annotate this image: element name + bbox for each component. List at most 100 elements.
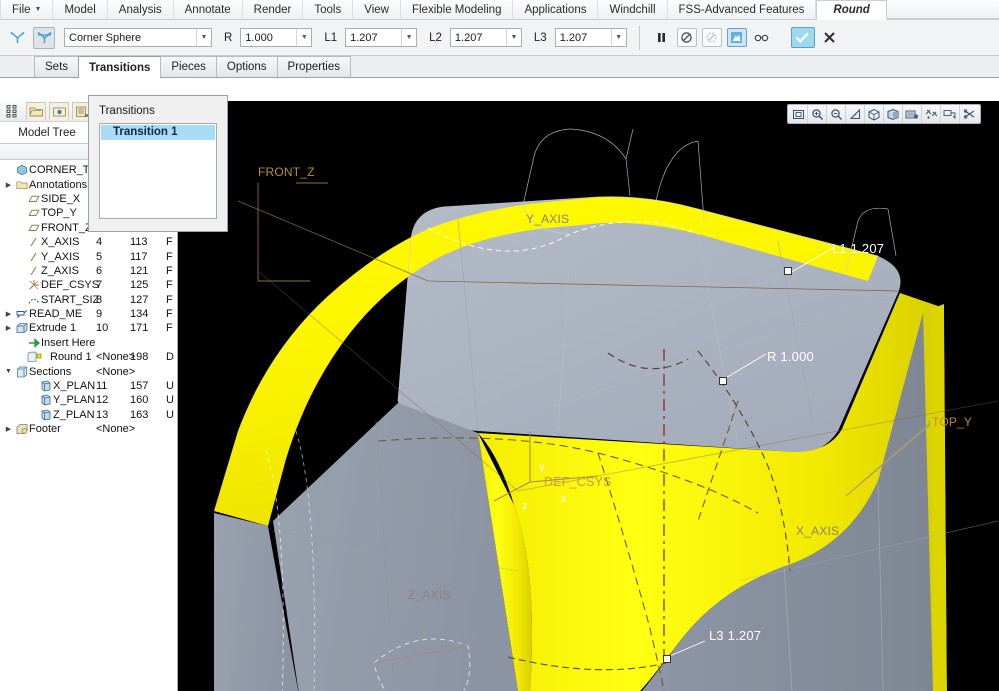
tree-item-label: Y_AXIS: [41, 251, 80, 263]
list-item[interactable]: Transition 1: [101, 125, 215, 140]
l2-field[interactable]: 1.207 ▼: [450, 28, 522, 47]
dimension-r-handle[interactable]: [719, 377, 727, 385]
tree-item-column-c: F: [166, 265, 173, 277]
l3-label: L3: [534, 32, 547, 44]
tree-item-sections[interactable]: ▼Sections<None>: [0, 364, 177, 378]
l3-field[interactable]: 1.207 ▼: [555, 28, 627, 47]
tree-item-column-c: U: [166, 394, 174, 406]
chevron-down-icon: ▼: [35, 6, 42, 13]
datum-label-x-axis[interactable]: X_AXIS: [796, 524, 839, 538]
tree-item-extrude-1[interactable]: ▶Extrude 110171F: [0, 321, 177, 335]
datum-label-y-axis[interactable]: Y_AXIS: [526, 212, 569, 226]
csys-label-def-csys[interactable]: DEF_CSYS: [544, 475, 612, 489]
datum-label-top-y[interactable]: TOP_Y: [932, 415, 972, 429]
cancel-button[interactable]: [820, 27, 840, 48]
chevron-down-icon[interactable]: ▼: [506, 29, 521, 46]
dimension-l1[interactable]: L1 1.207: [832, 241, 884, 256]
menu-item-windchill[interactable]: Windchill: [598, 0, 667, 19]
l1-field[interactable]: 1.207 ▼: [345, 28, 417, 47]
menu-item-analysis[interactable]: Analysis: [108, 0, 174, 19]
chevron-right-icon[interactable]: ▶: [3, 310, 14, 318]
chevron-right-icon[interactable]: ▶: [3, 324, 14, 332]
datum-axis-icon: [26, 251, 41, 263]
tree-item-label: READ_ME: [29, 308, 82, 320]
dimension-l3-handle[interactable]: [663, 655, 671, 663]
saved-views-icon[interactable]: [903, 105, 922, 123]
menu-item-fss-advanced-features[interactable]: FSS-Advanced Features: [668, 0, 817, 19]
menu-item-tools[interactable]: Tools: [303, 0, 353, 19]
chevron-down-icon[interactable]: ▼: [611, 29, 626, 46]
section-display-icon[interactable]: [960, 105, 979, 123]
tree-item-column-b: 157: [130, 380, 148, 392]
round-dashboard-toolbar: Corner Sphere ▼ R 1.000 ▼ L1 1.207 ▼ L2 …: [0, 20, 999, 56]
tab-transitions[interactable]: Transitions: [78, 56, 161, 78]
repaint-icon[interactable]: [846, 105, 865, 123]
chevron-down-icon[interactable]: ▼: [196, 29, 211, 46]
tree-item-column-c: U: [166, 380, 174, 392]
tab-options[interactable]: Options: [216, 56, 278, 77]
tab-label: Options: [227, 61, 267, 73]
datum-plane-icon: [26, 222, 41, 234]
tree-item-y-plan[interactable]: Y_PLAN12160U: [0, 393, 177, 407]
tab-pieces[interactable]: Pieces: [160, 56, 217, 77]
accept-button[interactable]: [791, 27, 815, 48]
tree-item-round-1[interactable]: Round 1<None>198D: [0, 350, 177, 364]
tree-item-y-axis[interactable]: Y_AXIS5117F: [0, 249, 177, 263]
zoom-out-icon[interactable]: [827, 105, 846, 123]
tab-properties[interactable]: Properties: [277, 56, 351, 77]
menu-item-label: Model: [64, 4, 95, 16]
transitions-list[interactable]: Transition 1: [99, 123, 217, 219]
model-tree-icon[interactable]: [3, 102, 23, 120]
tree-item-start-siz[interactable]: START_SIZ8127F: [0, 293, 177, 307]
menu-item-applications[interactable]: Applications: [513, 0, 598, 19]
tree-item-label: Footer: [29, 423, 61, 435]
menu-item-render[interactable]: Render: [243, 0, 304, 19]
dimension-l3[interactable]: L3 1.207: [709, 628, 761, 643]
chevron-down-icon[interactable]: ▼: [3, 368, 14, 375]
radius-field[interactable]: 1.000 ▼: [240, 28, 312, 47]
round-set-icon[interactable]: [6, 27, 28, 49]
chevron-down-icon[interactable]: ▼: [296, 29, 311, 46]
datum-label-front-z[interactable]: FRONT_Z: [258, 165, 315, 179]
tree-item-x-plan[interactable]: X_PLAN11157U: [0, 379, 177, 393]
datum-display-icon[interactable]: [922, 105, 941, 123]
display-style-icon[interactable]: [865, 105, 884, 123]
round-transition-icon[interactable]: [33, 27, 55, 49]
tree-item-footer[interactable]: ▶Footer<None>: [0, 422, 177, 436]
favorites-icon[interactable]: [49, 102, 69, 120]
menu-item-label: Applications: [524, 4, 586, 16]
shading-icon[interactable]: [884, 105, 903, 123]
tree-item-def-csys[interactable]: DEF_CSYS7125F: [0, 278, 177, 292]
feature-preview-button[interactable]: [727, 28, 747, 47]
glasses-preview-button[interactable]: [752, 28, 772, 47]
menu-item-annotate[interactable]: Annotate: [174, 0, 243, 19]
menu-tab-round[interactable]: Round: [816, 0, 886, 20]
menu-item-flexible-modeling[interactable]: Flexible Modeling: [401, 0, 514, 19]
tree-item-read-me[interactable]: ▶READ_ME9134F: [0, 307, 177, 321]
menu-item-file[interactable]: File▼: [0, 0, 53, 19]
dimension-r[interactable]: R 1.000: [767, 349, 814, 364]
partial-preview-button[interactable]: [702, 28, 722, 47]
tree-item-insert-here[interactable]: Insert Here: [0, 336, 177, 350]
chevron-down-icon[interactable]: ▼: [401, 29, 416, 46]
tree-item-z-plan[interactable]: Z_PLAN13163U: [0, 408, 177, 422]
datum-label-z-axis[interactable]: Z_AXIS: [408, 588, 451, 602]
annotation-display-icon[interactable]: [941, 105, 960, 123]
menu-item-model[interactable]: Model: [53, 0, 107, 19]
no-preview-button[interactable]: [677, 28, 697, 47]
dimension-l1-handle[interactable]: [784, 267, 792, 275]
round-type-combobox[interactable]: Corner Sphere ▼: [64, 28, 212, 47]
refit-icon[interactable]: [789, 105, 808, 123]
menu-item-label: Analysis: [119, 4, 162, 16]
menu-item-view[interactable]: View: [353, 0, 401, 19]
chevron-right-icon[interactable]: ▶: [3, 181, 14, 189]
tree-item-x-axis[interactable]: X_AXIS4113F: [0, 235, 177, 249]
chevron-right-icon[interactable]: ▶: [3, 425, 14, 433]
model-tree[interactable]: CORNER_TES▶AnnotationsSIDE_XTOP_YFRONT_Z…: [0, 160, 177, 691]
zoom-in-icon[interactable]: [808, 105, 827, 123]
tab-sets[interactable]: Sets: [34, 56, 79, 77]
graphics-viewport[interactable]: FRONT_ZY_AXISTOP_YX_AXISZ_AXISDEF_CSYSyx…: [178, 101, 999, 691]
tree-item-z-axis[interactable]: Z_AXIS6121F: [0, 264, 177, 278]
folder-browser-icon[interactable]: [26, 102, 46, 120]
pause-resume-button[interactable]: [652, 28, 672, 47]
